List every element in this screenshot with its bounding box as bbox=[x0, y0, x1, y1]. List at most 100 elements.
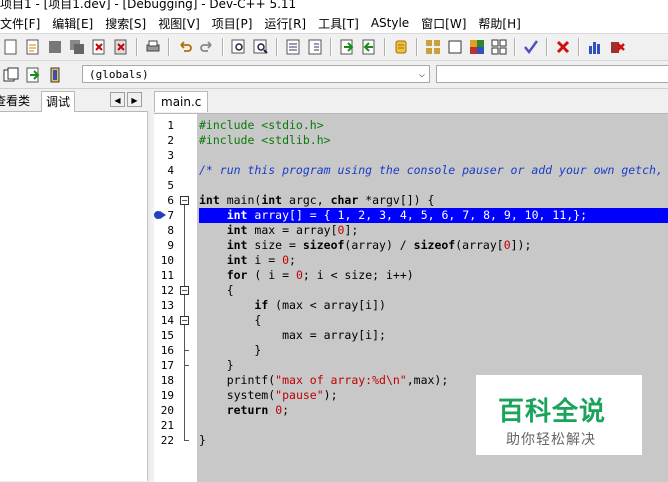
left-panel-tabs: 查看类 调试 ◀ ▶ bbox=[0, 89, 150, 112]
save-all-icon[interactable] bbox=[68, 38, 86, 56]
code-line[interactable]: for ( i = 0; i < size; i++) bbox=[199, 268, 414, 283]
code-line[interactable]: int size = sizeof(array) / sizeof(array[… bbox=[199, 238, 532, 253]
bookmark-icon[interactable] bbox=[360, 38, 378, 56]
code-line[interactable]: system("pause"); bbox=[199, 388, 338, 403]
line-number: 19 bbox=[160, 389, 174, 402]
left-panel: 查看类 调试 ◀ ▶ bbox=[0, 89, 150, 481]
title-bar: 项目1 - [项目1.dev] - [Debugging] - Dev-C++ … bbox=[0, 0, 668, 13]
scope-combo-value: (globals) bbox=[89, 68, 149, 81]
fold-toggle-icon[interactable]: − bbox=[180, 196, 189, 205]
compile-run-icon[interactable] bbox=[446, 38, 464, 56]
menu-edit[interactable]: 编辑[E] bbox=[46, 15, 99, 32]
goto-icon[interactable] bbox=[284, 38, 302, 56]
toolbar-separator bbox=[384, 38, 386, 56]
class-browser-icon[interactable] bbox=[2, 66, 20, 84]
watermark: 百科全说 助你轻松解决 bbox=[476, 375, 642, 455]
run-icon[interactable] bbox=[424, 38, 442, 56]
line-number: 6 bbox=[167, 194, 174, 207]
line-gutter: 1 2 3 4 5 6 7 8 9 10 11 12 13 14 15 16 17 18 19 20 21 22− − − bbox=[154, 114, 197, 482]
menu-view[interactable]: 视图[V] bbox=[152, 15, 206, 32]
tab-debug[interactable]: 调试 bbox=[41, 91, 76, 112]
goto-declaration-icon[interactable] bbox=[24, 66, 42, 84]
stop-icon[interactable] bbox=[554, 38, 572, 56]
line-number: 2 bbox=[167, 134, 174, 147]
check-icon[interactable] bbox=[522, 38, 540, 56]
open-icon[interactable] bbox=[24, 38, 42, 56]
code-line[interactable]: max = array[i]; bbox=[199, 328, 386, 343]
rebuild-icon[interactable] bbox=[468, 38, 486, 56]
menu-astyle[interactable]: AStyle bbox=[365, 16, 415, 30]
menu-help[interactable]: 帮助[H] bbox=[472, 15, 526, 32]
class-toolbar: (globals) ⌵ bbox=[0, 61, 668, 89]
watermark-subtitle: 助你轻松解决 bbox=[506, 432, 596, 448]
tab-scroll-left-icon[interactable]: ◀ bbox=[110, 92, 125, 107]
code-line[interactable]: } bbox=[199, 343, 261, 358]
goto-definition-icon[interactable] bbox=[46, 66, 64, 84]
fold-end bbox=[184, 365, 189, 366]
fold-end bbox=[184, 350, 189, 351]
grid-icon[interactable] bbox=[490, 38, 508, 56]
line-number: 20 bbox=[160, 404, 174, 417]
tab-class-view[interactable]: 查看类 bbox=[0, 91, 30, 111]
code-line[interactable]: } bbox=[199, 433, 206, 448]
watermark-logo: 百科全说 bbox=[498, 397, 607, 427]
find-icon[interactable] bbox=[230, 38, 248, 56]
code-line[interactable]: /* run this program using the console pa… bbox=[199, 163, 668, 178]
code-line[interactable]: int i = 0; bbox=[199, 253, 296, 268]
line-number: 14 bbox=[160, 314, 174, 327]
outdent-icon[interactable] bbox=[338, 38, 356, 56]
menu-search[interactable]: 搜索[S] bbox=[99, 15, 152, 32]
undo-icon[interactable] bbox=[176, 38, 194, 56]
fold-toggle-icon[interactable]: − bbox=[180, 286, 189, 295]
menu-bar: 文件[F] 编辑[E] 搜索[S] 视图[V] 项目[P] 运行[R] 工具[T… bbox=[0, 13, 668, 34]
save-icon[interactable] bbox=[46, 38, 64, 56]
replace-icon[interactable] bbox=[252, 38, 270, 56]
close-all-icon[interactable] bbox=[112, 38, 130, 56]
line-number: 3 bbox=[167, 149, 174, 162]
line-number: 1 bbox=[167, 119, 174, 132]
new-icon[interactable] bbox=[2, 38, 20, 56]
menu-window[interactable]: 窗口[W] bbox=[415, 15, 472, 32]
compile-icon[interactable] bbox=[392, 38, 410, 56]
chart-icon[interactable] bbox=[586, 38, 604, 56]
close-icon[interactable] bbox=[90, 38, 108, 56]
toolbar-separator bbox=[168, 38, 170, 56]
menu-run[interactable]: 运行[R] bbox=[258, 15, 312, 32]
execution-point-icon bbox=[153, 209, 167, 221]
debug-icon[interactable] bbox=[608, 38, 626, 56]
code-line[interactable]: int max = array[0]; bbox=[199, 223, 359, 238]
print-icon[interactable] bbox=[144, 38, 162, 56]
code-line[interactable]: printf("max of array:%d\n",max); bbox=[199, 373, 449, 388]
code-line[interactable]: } bbox=[199, 358, 234, 373]
line-number: 10 bbox=[160, 254, 174, 267]
line-number: 22 bbox=[160, 434, 174, 447]
line-number: 4 bbox=[167, 164, 174, 177]
code-line[interactable]: return 0; bbox=[199, 403, 289, 418]
indent-icon[interactable] bbox=[306, 38, 324, 56]
menu-tools[interactable]: 工具[T] bbox=[312, 15, 365, 32]
line-number: 11 bbox=[160, 269, 174, 282]
member-combo[interactable] bbox=[436, 65, 668, 83]
line-number: 18 bbox=[160, 374, 174, 387]
code-line[interactable]: #include <stdio.h> bbox=[199, 118, 324, 133]
line-number: 21 bbox=[160, 419, 174, 432]
fold-toggle-icon[interactable]: − bbox=[180, 316, 189, 325]
line-number: 13 bbox=[160, 299, 174, 312]
code-line[interactable]: { bbox=[199, 283, 234, 298]
code-line[interactable]: if (max < array[i]) bbox=[199, 298, 386, 313]
code-line[interactable]: int main(int argc, char *argv[]) { bbox=[199, 193, 434, 208]
chevron-down-icon[interactable]: ⌵ bbox=[419, 66, 425, 84]
code-line[interactable]: { bbox=[199, 313, 261, 328]
toolbar-separator bbox=[136, 38, 138, 56]
toolbar-separator bbox=[546, 38, 548, 56]
toolbar-separator bbox=[578, 38, 580, 56]
menu-project[interactable]: 项目[P] bbox=[206, 15, 259, 32]
menu-file[interactable]: 文件[F] bbox=[0, 15, 46, 32]
code-line-current[interactable]: int array[] = { 1, 2, 3, 4, 5, 6, 7, 8, … bbox=[199, 208, 668, 223]
toolbar-separator bbox=[416, 38, 418, 56]
tab-scroll-right-icon[interactable]: ▶ bbox=[127, 92, 142, 107]
redo-icon[interactable] bbox=[198, 38, 216, 56]
code-line[interactable]: #include <stdlib.h> bbox=[199, 133, 331, 148]
tab-main-c[interactable]: main.c bbox=[154, 91, 209, 112]
scope-combo[interactable]: (globals) ⌵ bbox=[82, 65, 430, 83]
